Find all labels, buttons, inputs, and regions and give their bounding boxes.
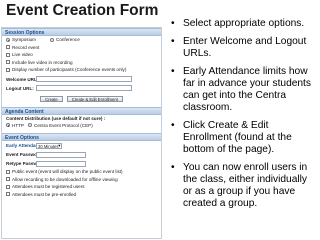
early-attendance-row: Early Attendance: 30 Minutes [2,141,161,150]
bullet-item: • Enter Welcome and Logout URLs. [168,36,318,60]
agenda-content-header: Agenda Content [2,106,161,115]
bullet-text: Click Create & Edit Enrollment (found at… [183,120,292,155]
symposium-label: Symposium [12,37,36,43]
include-video-label: Include live video in recording [12,59,73,65]
live-video-row: Live video [2,51,161,59]
http-label: HTTP [12,122,24,128]
live-video-label: Live video [12,52,33,58]
bullet-text: You can now enroll users in the class, e… [183,162,308,209]
record-event-row: Record event [2,44,161,52]
bullet-item: • Click Create & Edit Enrollment (found a… [168,120,318,156]
bullet-item: • You can now enroll users in the class, … [168,162,318,210]
event-password-row: Event Password: [2,150,161,159]
record-event-checkbox[interactable] [6,45,10,50]
bullet-text: Early Attendance limits how far in advan… [183,66,311,113]
slide-title: Event Creation Form [6,2,159,19]
public-event-checkbox[interactable] [6,169,10,174]
early-attendance-select[interactable]: 30 Minutes [36,142,62,149]
public-event-label: Public event (event will display on the … [12,169,123,175]
bullet-text: Enter Welcome and Logout URLs. [183,36,307,59]
include-video-checkbox[interactable] [6,60,10,65]
public-event-row: Public event (event will display on the … [2,168,161,176]
registered-users-label: Attendees must be registered users [12,184,85,190]
bullet-symbol: • [171,66,175,77]
bullet-item: • Early Attendance limits how far in adva… [168,66,318,114]
content-distribution-label: Content Distribution (use default if not… [6,115,106,121]
bullet-symbol: • [171,18,175,29]
event-options-header: Event Options [2,133,161,141]
cep-radio[interactable] [28,123,32,128]
registered-users-row: Attendees must be registered users [2,183,161,191]
include-video-row: Include live video in recording [2,59,161,67]
allow-download-checkbox[interactable] [6,177,10,182]
session-options-header: Session Options [2,28,161,36]
welcome-url-input[interactable] [36,76,132,82]
retype-password-row: Retype Password: [2,159,161,168]
http-radio[interactable] [6,123,10,128]
event-password-input[interactable] [36,151,86,158]
event-password-label: Event Password: [6,152,44,157]
logout-url-row: Logout URL: [2,84,161,93]
registered-users-checkbox[interactable] [6,184,10,189]
live-video-checkbox[interactable] [6,52,10,57]
bullet-symbol: • [171,162,175,173]
record-event-label: Record event [12,44,40,50]
event-form-screenshot: Session Options Symposium Conference Rec… [1,27,162,239]
pre-enrolled-label: Attendees must be pre-enrolled [12,191,77,197]
symposium-radio[interactable] [6,37,10,42]
pre-enrolled-checkbox[interactable] [6,192,10,197]
display-participants-label: Display number of participants (Conferen… [12,67,127,73]
conference-label: Conference [56,37,80,43]
distribution-method-row: HTTP Centra Event Protocol (CEP) [2,122,161,130]
bullet-symbol: • [171,120,175,131]
display-participants-row: Display number of participants (Conferen… [2,66,161,74]
session-type-row: Symposium Conference [2,36,161,44]
allow-download-row: Allow recording to be downloaded for off… [2,176,161,184]
retype-password-input[interactable] [36,160,86,167]
bullet-item: • Select appropriate options. [168,18,318,30]
instruction-list: • Select appropriate options. • Enter Welc… [168,18,318,216]
conference-radio[interactable] [50,37,54,42]
cep-label: Centra Event Protocol (CEP) [34,122,93,128]
allow-download-label: Allow recording to be downloaded for off… [12,176,118,182]
welcome-url-row: Welcome URL: [2,75,161,84]
logout-url-label: Logout URL: [6,85,34,91]
display-participants-checkbox[interactable] [6,67,10,72]
welcome-url-label: Welcome URL: [6,76,39,82]
retype-password-label: Retype Password: [6,161,46,166]
logout-url-input[interactable] [36,85,132,91]
early-attendance-label: Early Attendance: [6,143,45,148]
bullet-symbol: • [171,36,175,47]
bullet-text: Select appropriate options. [183,18,305,29]
pre-enrolled-row: Attendees must be pre-enrolled [2,191,161,199]
form-buttons: Create Create & Edit Enrollment [2,95,161,104]
create-button[interactable]: Create [40,95,63,103]
create-edit-enrollment-button[interactable]: Create & Edit Enrollment [66,95,123,103]
